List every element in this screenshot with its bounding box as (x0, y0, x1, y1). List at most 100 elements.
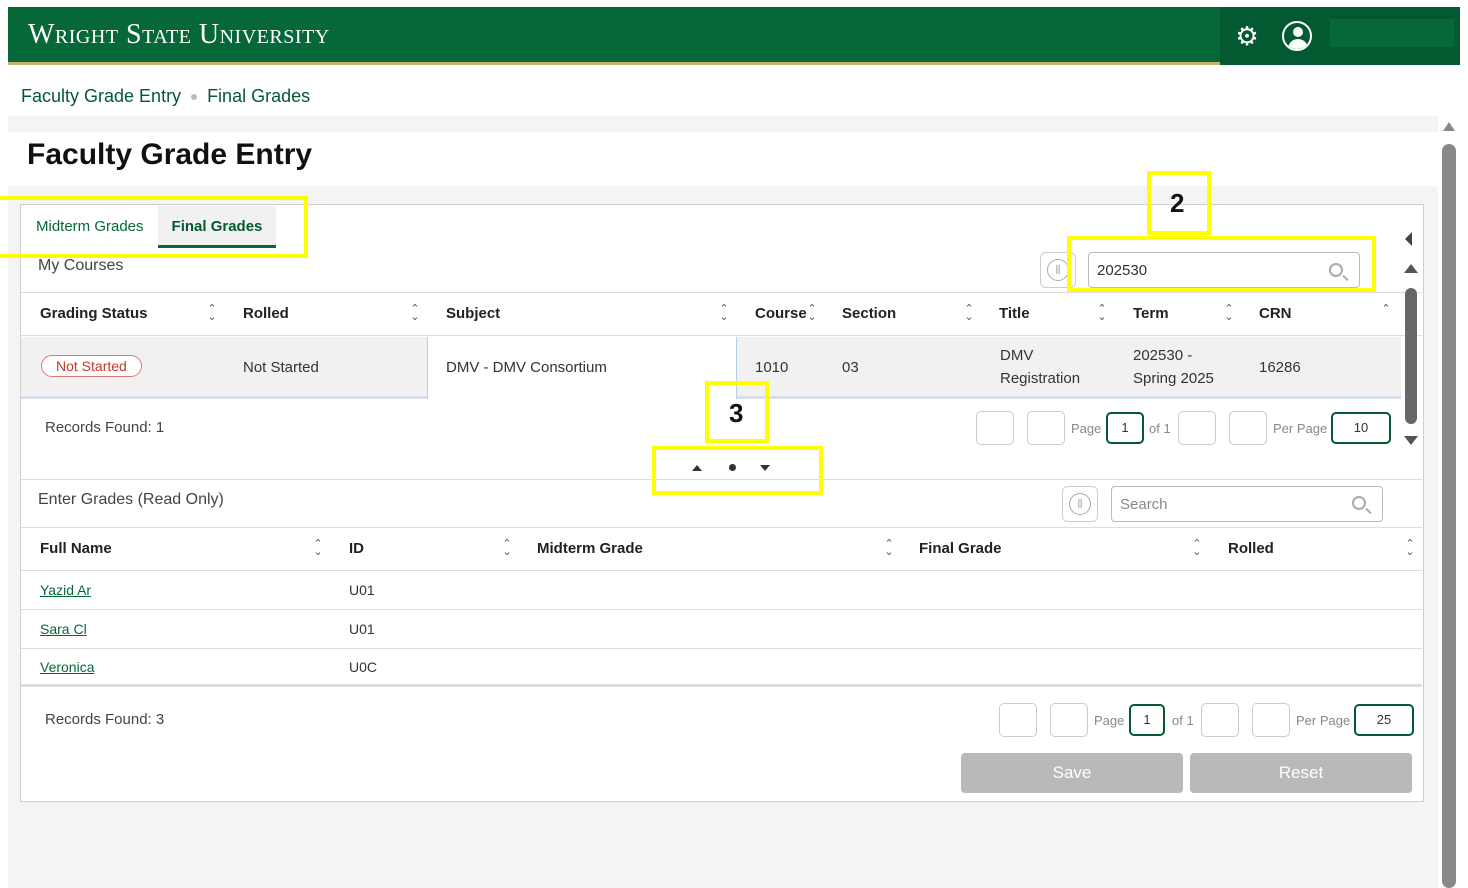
prev-page-button[interactable] (1050, 703, 1088, 737)
table-row[interactable]: Veronica U0C (21, 649, 1422, 687)
sort-icon[interactable]: ⌃ ⌄ (807, 304, 817, 323)
cell-rolled: Not Started (243, 359, 319, 376)
scroll-down-arrow-icon[interactable] (1404, 436, 1418, 445)
col-title[interactable]: Title (999, 305, 1030, 322)
col-midterm-grade[interactable]: Midterm Grade (537, 540, 643, 557)
last-page-button[interactable] (1229, 411, 1267, 445)
collapse-left-arrow-icon[interactable] (1405, 232, 1412, 246)
cell-crn: 16286 (1259, 359, 1301, 376)
breadcrumb-item-final-grades[interactable]: Final Grades (207, 86, 310, 107)
page-number-input[interactable]: 1 (1106, 412, 1144, 444)
top-header-bar: Wright State University ⚙ (8, 7, 1460, 65)
status-badge: Not Started (41, 355, 142, 377)
filter-icon: ⦀ (1069, 493, 1091, 515)
courses-records-found: Records Found: 1 (45, 419, 165, 436)
col-final-grade[interactable]: Final Grade (919, 540, 1002, 557)
my-courses-label: My Courses (38, 257, 124, 274)
annotation-box-splitter (652, 446, 823, 495)
grades-search-input[interactable]: Search (1111, 486, 1383, 522)
col-term[interactable]: Term (1133, 305, 1169, 322)
reset-button[interactable]: Reset (1190, 753, 1412, 793)
annotation-box-tabs (0, 196, 308, 258)
save-button[interactable]: Save (961, 753, 1183, 793)
next-page-button[interactable] (1178, 411, 1216, 445)
page-of-label: of 1 (1172, 713, 1194, 728)
search-icon[interactable] (1352, 496, 1366, 510)
page-title: Faculty Grade Entry (27, 138, 313, 171)
university-logo-text[interactable]: Wright State University (28, 19, 330, 51)
per-page-label: Per Page (1296, 713, 1351, 728)
page-label: Page (1094, 713, 1125, 728)
student-id: U01 (349, 582, 375, 598)
breadcrumb-item-faculty-grade-entry[interactable]: Faculty Grade Entry (21, 86, 181, 107)
sort-icon[interactable]: ⌃ (1381, 304, 1391, 315)
page-label: Page (1071, 421, 1102, 436)
col-subject[interactable]: Subject (446, 305, 500, 322)
grades-table-header: Full Name ⌃ ⌄ ID ⌃ ⌄ Midterm Grade ⌃ ⌄ Fina… (21, 527, 1422, 571)
cell-term-line1: 202530 - (1133, 347, 1193, 364)
cell-title-line1: DMV (1000, 347, 1034, 364)
student-id: U01 (349, 621, 375, 637)
col-id[interactable]: ID (349, 540, 364, 557)
user-icon[interactable] (1282, 21, 1312, 51)
annotation-number-2: 2 (1170, 188, 1185, 218)
last-page-button[interactable] (1252, 703, 1290, 737)
sort-icon[interactable]: ⌃ ⌄ (1097, 304, 1107, 323)
enter-grades-label: Enter Grades (Read Only) (38, 491, 224, 508)
per-page-select[interactable]: 10 (1331, 412, 1391, 444)
sort-icon[interactable]: ⌃ ⌄ (719, 304, 729, 323)
scroll-up-arrow-icon[interactable] (1404, 264, 1418, 273)
sort-icon[interactable]: ⌃ ⌄ (964, 304, 974, 323)
table-row[interactable]: Sara Cl U01 (21, 611, 1422, 649)
annotation-box-search (1067, 236, 1376, 292)
breadcrumb: Faculty Grade Entry Final Grades (21, 86, 310, 107)
sort-icon[interactable]: ⌃ ⌄ (1192, 539, 1202, 558)
breadcrumb-separator (191, 93, 198, 100)
grades-search-placeholder: Search (1120, 496, 1168, 513)
courses-table-header: Grading Status ⌃ ⌄ Rolled ⌃ ⌄ Subject ⌃ ⌄ C… (21, 292, 1422, 336)
sort-icon[interactable]: ⌃ ⌄ (884, 539, 894, 558)
page: Wright State University ⚙ Faculty Grade … (0, 0, 1468, 888)
filter-icon: ⦀ (1047, 259, 1069, 281)
scrollbar-thumb[interactable] (1442, 144, 1456, 888)
annotation-number-3: 3 (729, 398, 744, 428)
cell-course: 1010 (755, 359, 789, 376)
student-name-link[interactable]: Yazid Ar (40, 582, 91, 598)
col-rolled[interactable]: Rolled (243, 305, 289, 322)
sort-icon[interactable]: ⌃ ⌄ (1405, 539, 1415, 558)
sort-icon[interactable]: ⌃ ⌄ (207, 304, 217, 323)
col-course[interactable]: Course (755, 305, 807, 322)
cell-title-line2: Registration (1000, 370, 1081, 387)
sort-icon[interactable]: ⌃ ⌄ (502, 539, 512, 558)
cell-section: 03 (842, 359, 859, 376)
student-name-link[interactable]: Sara Cl (40, 621, 87, 637)
table-row[interactable]: Yazid Ar U01 (21, 572, 1422, 610)
per-page-select[interactable]: 25 (1354, 704, 1414, 736)
scrollbar-thumb[interactable] (1405, 288, 1417, 424)
col-crn[interactable]: CRN (1259, 305, 1292, 322)
col-grading-status[interactable]: Grading Status (40, 305, 148, 322)
courses-table-scrollbar[interactable] (1403, 232, 1421, 452)
header-tools: ⚙ (1220, 7, 1460, 65)
cell-term-line2: Spring 2025 (1133, 370, 1214, 387)
cell-subject: DMV - DMV Consortium (446, 359, 607, 376)
page-scrollbar[interactable] (1441, 118, 1457, 888)
gear-icon[interactable]: ⚙ (1232, 21, 1262, 51)
grades-filter-button[interactable]: ⦀ (1062, 486, 1098, 522)
col-section[interactable]: Section (842, 305, 896, 322)
prev-page-button[interactable] (1027, 411, 1065, 445)
student-name-link[interactable]: Veronica (40, 659, 94, 675)
first-page-button[interactable] (976, 411, 1014, 445)
user-name-area[interactable] (1330, 19, 1454, 47)
sort-icon[interactable]: ⌃ ⌄ (410, 304, 420, 323)
per-page-label: Per Page (1273, 421, 1328, 436)
first-page-button[interactable] (999, 703, 1037, 737)
next-page-button[interactable] (1201, 703, 1239, 737)
scroll-up-arrow-icon[interactable] (1443, 122, 1455, 131)
col-full-name[interactable]: Full Name (40, 540, 112, 557)
sort-icon[interactable]: ⌃ ⌄ (1224, 304, 1234, 323)
col-rolled[interactable]: Rolled (1228, 540, 1274, 557)
grades-records-found: Records Found: 3 (45, 711, 165, 728)
sort-icon[interactable]: ⌃ ⌄ (313, 539, 323, 558)
page-number-input[interactable]: 1 (1129, 704, 1165, 736)
